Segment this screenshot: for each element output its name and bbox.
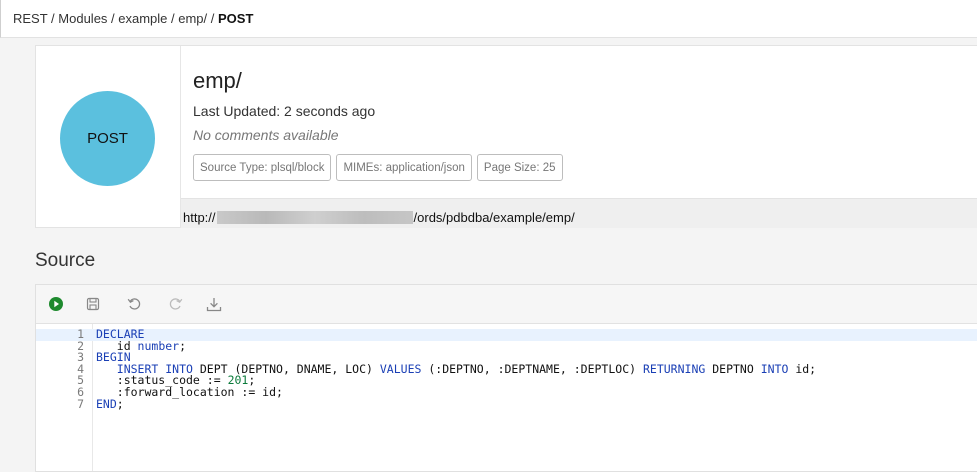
redo-button[interactable] — [165, 294, 185, 314]
code-token: :forward_location := id; — [96, 384, 283, 399]
handler-info: emp/ Last Updated: 2 seconds ago No comm… — [181, 46, 977, 228]
breadcrumb-item-modules[interactable]: Modules — [58, 11, 107, 26]
url-suffix: /ords/pdbdba/example/emp/ — [413, 209, 575, 225]
code-text: :forward_location := id; — [96, 384, 283, 399]
save-button[interactable] — [83, 294, 103, 314]
redacted-host — [216, 210, 413, 224]
breadcrumb-item-rest[interactable]: REST — [13, 11, 47, 26]
code-token: ; — [179, 338, 187, 353]
code-token: ; — [116, 396, 124, 411]
breadcrumb-separator: / — [167, 11, 179, 26]
breadcrumb-current: POST — [218, 11, 254, 26]
code-token: (:DEPTNO, :DEPTNAME, :DEPTLOC) — [421, 361, 643, 376]
handler-tags: Source Type: plsql/block MIMEs: applicat… — [193, 154, 563, 181]
undo-icon — [127, 298, 140, 310]
code-line[interactable]: 2 id number; — [36, 338, 977, 353]
code-keyword: number — [137, 338, 180, 353]
code-content[interactable]: 1 DECLARE 2 id number; 3 BEGIN 4 INSERT INTO … — [36, 328, 977, 411]
breadcrumb-separator: / — [47, 11, 59, 26]
breadcrumb-item-emp[interactable]: emp/ — [178, 11, 207, 26]
run-icon — [49, 297, 63, 311]
comments-text: No comments available — [193, 127, 339, 143]
download-button[interactable] — [204, 294, 224, 314]
tag-page-size: Page Size: 25 — [476, 154, 563, 181]
breadcrumb-item-example[interactable]: example — [118, 11, 167, 26]
breadcrumb-separator: / — [207, 11, 218, 26]
tag-source-type: Source Type: plsql/block — [193, 154, 332, 181]
code-keyword: RETURNING — [642, 361, 706, 376]
code-editor[interactable]: 1 DECLARE 2 id number; 3 BEGIN 4 INSERT INTO … — [35, 284, 977, 472]
code-keyword: INTO — [760, 361, 789, 376]
run-button[interactable] — [46, 294, 66, 314]
method-badge: POST — [60, 91, 155, 186]
download-icon — [206, 297, 222, 311]
breadcrumb-separator: / — [107, 11, 119, 26]
method-column: POST — [36, 46, 181, 228]
handler-card: POST emp/ Last Updated: 2 seconds ago No… — [35, 45, 977, 228]
code-token: id; — [788, 361, 817, 376]
code-text: END; — [96, 396, 124, 411]
url-prefix: http:// — [183, 209, 216, 225]
save-icon — [86, 297, 100, 311]
last-updated: Last Updated: 2 seconds ago — [193, 103, 376, 119]
code-line[interactable]: 6 :forward_location := id; — [36, 384, 977, 399]
code-keyword: VALUES — [379, 361, 422, 376]
editor-toolbar — [36, 285, 977, 324]
code-token: DEPTNO — [705, 361, 761, 376]
handler-url[interactable]: http:// /ords/pdbdba/example/emp/ — [181, 198, 977, 228]
code-keyword: END — [96, 396, 117, 411]
code-line[interactable]: 7 END; — [36, 396, 977, 411]
breadcrumb: REST / Modules / example / emp/ / POST — [0, 0, 977, 38]
line-number: 7 — [77, 396, 84, 411]
tag-mimes: MIMEs: application/json — [336, 154, 472, 181]
source-heading: Source — [35, 250, 96, 271]
handler-title: emp/ — [193, 68, 242, 93]
redo-icon — [169, 298, 182, 310]
undo-button[interactable] — [124, 294, 144, 314]
